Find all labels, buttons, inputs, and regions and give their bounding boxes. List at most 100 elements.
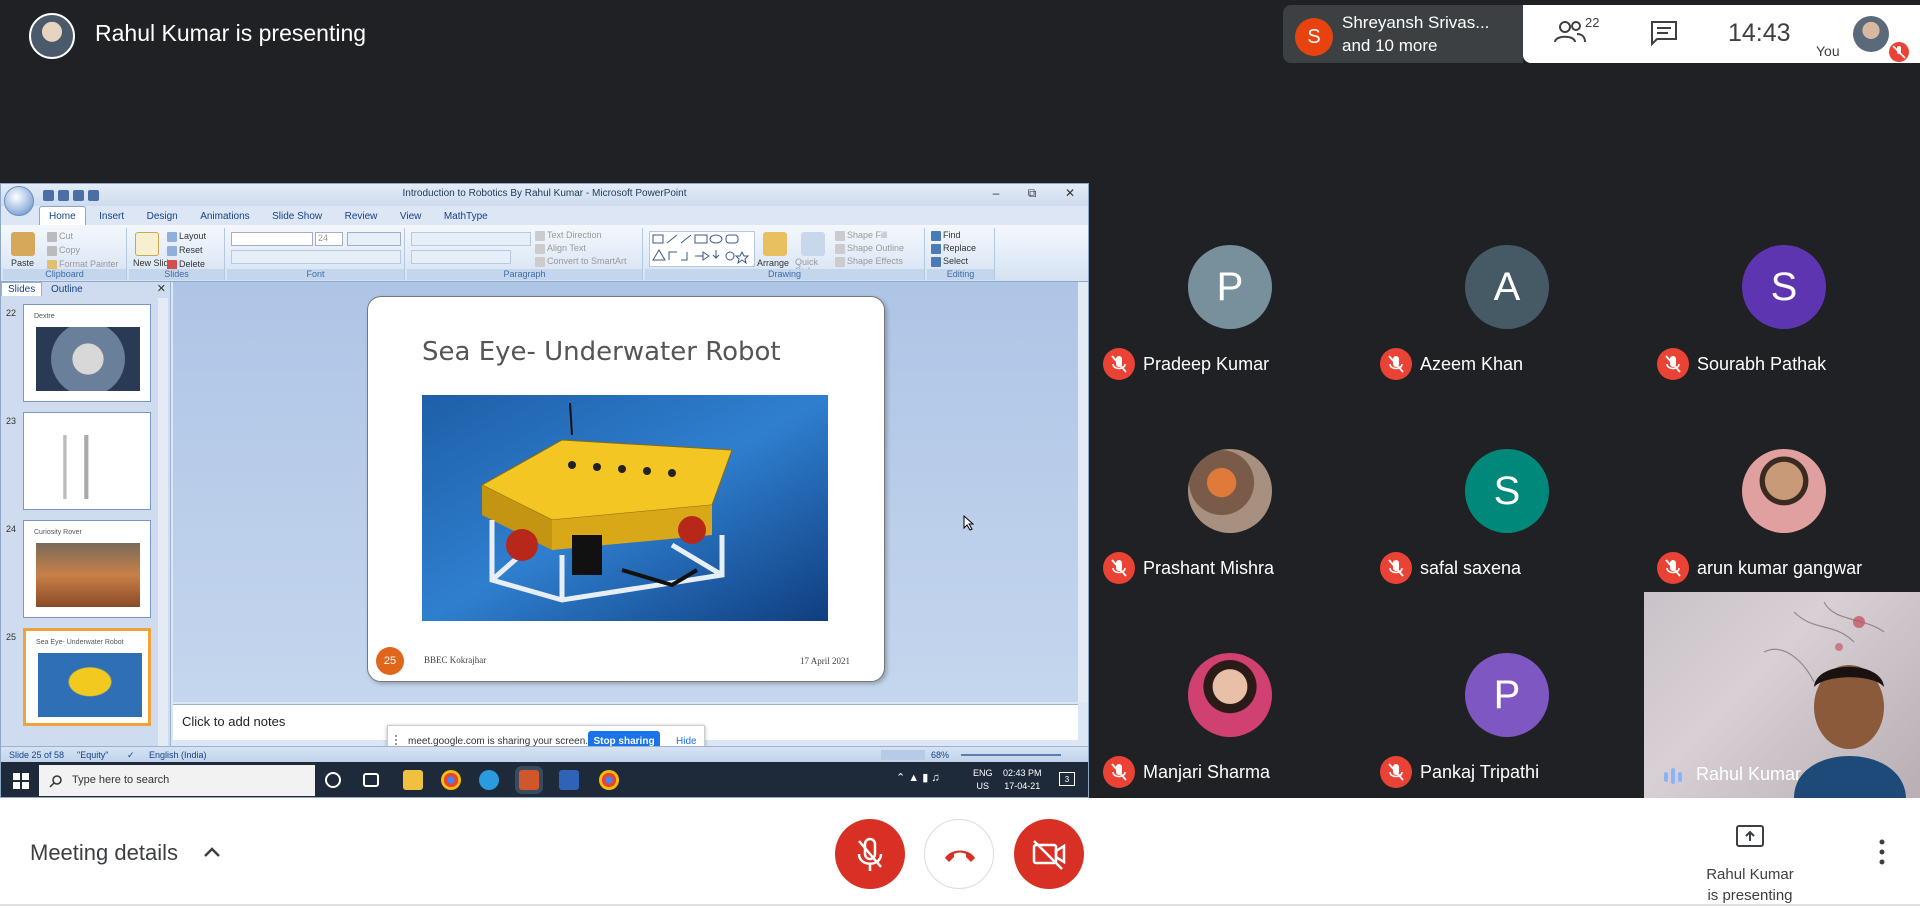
slides-pane-scrollbar[interactable] — [158, 298, 168, 763]
mic-off-icon — [1380, 756, 1412, 788]
layout-button[interactable]: Layout — [167, 231, 206, 242]
current-slide[interactable]: Sea Eye- Underwater Robot 25 BBEC Kokraj… — [367, 296, 975, 682]
align-text-button[interactable]: Align Text — [535, 243, 586, 254]
restore-button[interactable]: ⧉ — [1017, 186, 1047, 203]
spellcheck-icon[interactable]: ✓ — [127, 750, 135, 761]
mathtype-taskbar-icon[interactable] — [559, 770, 579, 790]
participant-tile[interactable]: P Pradeep Kumar — [1089, 183, 1366, 387]
slide-editor: Sea Eye- Underwater Robot 25 BBEC Kokraj… — [173, 282, 1078, 702]
font-style-buttons[interactable] — [231, 250, 401, 264]
participant-overflow-pill[interactable]: S Shreyansh Srivas... and 10 more — [1283, 5, 1523, 63]
file-explorer-icon[interactable] — [403, 770, 423, 790]
top-right-controls: 22 14:43 You — [1523, 5, 1920, 63]
replace-button[interactable]: Replace — [931, 243, 976, 254]
powerpoint-taskbar-icon[interactable] — [519, 770, 539, 790]
tab-home[interactable]: Home — [39, 206, 86, 225]
replace-icon — [931, 243, 941, 254]
tab-slide-show[interactable]: Slide Show — [263, 207, 331, 225]
office-button[interactable] — [4, 186, 34, 216]
mic-toggle-button[interactable] — [835, 819, 905, 889]
cut-button[interactable]: Cut — [47, 231, 73, 242]
tray-icons[interactable]: ⌃ ▲ ▮ ♫ — [896, 772, 940, 785]
close-button[interactable]: ✕ — [1055, 186, 1085, 203]
tab-outline[interactable]: Outline — [45, 283, 89, 296]
find-button[interactable]: Find — [931, 230, 961, 241]
zoom-slider[interactable] — [961, 754, 1061, 756]
slide-number-badge: 25 — [376, 647, 404, 675]
edge-icon[interactable] — [479, 770, 499, 790]
shared-screen-powerpoint: Introduction to Robotics By Rahul Kumar … — [0, 183, 1089, 798]
chrome-profile-icon[interactable] — [599, 770, 619, 790]
ppt-titlebar: Introduction to Robotics By Rahul Kumar … — [1, 184, 1088, 206]
editor-scrollbar[interactable] — [1078, 282, 1088, 702]
cortana-icon[interactable] — [325, 772, 341, 788]
tab-mathtype[interactable]: MathType — [435, 207, 497, 225]
font-name-field[interactable] — [231, 232, 313, 246]
shapes-gallery[interactable] — [649, 231, 755, 267]
copy-button[interactable]: Copy — [47, 245, 80, 256]
layout-icon — [167, 231, 177, 242]
chrome-icon[interactable] — [441, 770, 461, 790]
pane-close-icon[interactable]: ✕ — [157, 282, 166, 295]
paste-button[interactable]: Paste — [11, 258, 34, 268]
notes-placeholder: Click to add notes — [182, 714, 286, 729]
effects-icon — [835, 256, 845, 267]
convert-smartart-button[interactable]: Convert to SmartArt — [535, 256, 627, 267]
participant-tile[interactable]: S safal saxena — [1366, 387, 1643, 591]
ppt-window-title: Introduction to Robotics By Rahul Kumar … — [402, 188, 687, 199]
font-size-field[interactable]: 24 — [315, 232, 343, 246]
windows-start-icon[interactable] — [13, 773, 29, 789]
slide-thumbnail-22[interactable]: Dextre — [23, 304, 151, 402]
slide-title[interactable]: Sea Eye- Underwater Robot — [422, 337, 781, 367]
minimize-button[interactable]: – — [981, 186, 1011, 203]
leave-call-button[interactable] — [924, 819, 994, 889]
self-avatar[interactable] — [1853, 16, 1889, 52]
camera-toggle-button[interactable] — [1014, 819, 1084, 889]
more-options-icon[interactable] — [1870, 834, 1894, 870]
participant-tile[interactable]: arun kumar gangwar — [1643, 387, 1920, 591]
tab-insert[interactable]: Insert — [90, 207, 133, 225]
participant-name: arun kumar gangwar — [1697, 558, 1863, 578]
slide-count: Slide 25 of 58 — [9, 750, 65, 760]
meeting-details-button[interactable]: Meeting details — [30, 840, 178, 866]
participant-tile[interactable]: A Azeem Khan — [1366, 183, 1643, 387]
participant-name: Sourabh Pathak — [1697, 354, 1827, 374]
participant-tile[interactable]: P Pankaj Tripathi — [1366, 591, 1643, 795]
reset-button[interactable]: Reset — [167, 245, 203, 256]
slide-thumbnail-23[interactable] — [23, 412, 151, 510]
tab-animations[interactable]: Animations — [191, 207, 258, 225]
present-now-button[interactable]: Rahul Kumar is presenting — [1690, 816, 1810, 904]
language[interactable]: English (India) — [149, 750, 207, 760]
participant-tile[interactable]: Manjari Sharma — [1089, 591, 1366, 795]
slide-thumbnail-24[interactable]: Curiosity Rover — [23, 520, 151, 618]
shape-outline-button[interactable]: Shape Outline — [835, 243, 904, 254]
presenter-video-tile[interactable]: Rahul Kumar — [1644, 592, 1920, 798]
tab-design[interactable]: Design — [138, 207, 187, 225]
tab-view[interactable]: View — [391, 207, 431, 225]
shape-effects-button[interactable]: Shape Effects — [835, 256, 903, 267]
notification-center-icon[interactable]: 3 — [1059, 772, 1075, 786]
shape-fill-button[interactable]: Shape Fill — [835, 230, 887, 241]
participant-tile[interactable]: S Sourabh Pathak — [1643, 183, 1920, 387]
mic-off-icon — [857, 837, 883, 871]
arrange-button[interactable]: Arrange — [757, 258, 789, 268]
chevron-up-icon[interactable] — [200, 840, 224, 864]
theme-name: "Equity" — [77, 750, 109, 760]
font-grow-shrink-buttons[interactable] — [347, 232, 401, 246]
zoom-level[interactable]: 68% — [931, 750, 949, 760]
chat-button[interactable] — [1649, 19, 1685, 49]
list-buttons[interactable] — [411, 232, 531, 246]
select-button[interactable]: Select — [931, 256, 968, 267]
taskbar-clock[interactable]: 02:43 PM 17-04-21 — [1003, 767, 1042, 793]
align-buttons[interactable] — [411, 250, 511, 264]
input-language[interactable]: ENG US — [973, 767, 993, 793]
tab-slides[interactable]: Slides — [1, 282, 43, 296]
slide-thumbnail-25[interactable]: Sea Eye- Underwater Robot — [23, 628, 151, 726]
view-buttons[interactable] — [881, 750, 925, 760]
meeting-clock: 14:43 — [1728, 19, 1791, 47]
text-direction-button[interactable]: Text Direction — [535, 230, 602, 241]
participant-tile[interactable]: Prashant Mishra — [1089, 387, 1366, 591]
tab-review[interactable]: Review — [336, 207, 387, 225]
task-view-icon[interactable] — [363, 773, 379, 787]
taskbar-search[interactable]: Type here to search — [39, 765, 315, 796]
